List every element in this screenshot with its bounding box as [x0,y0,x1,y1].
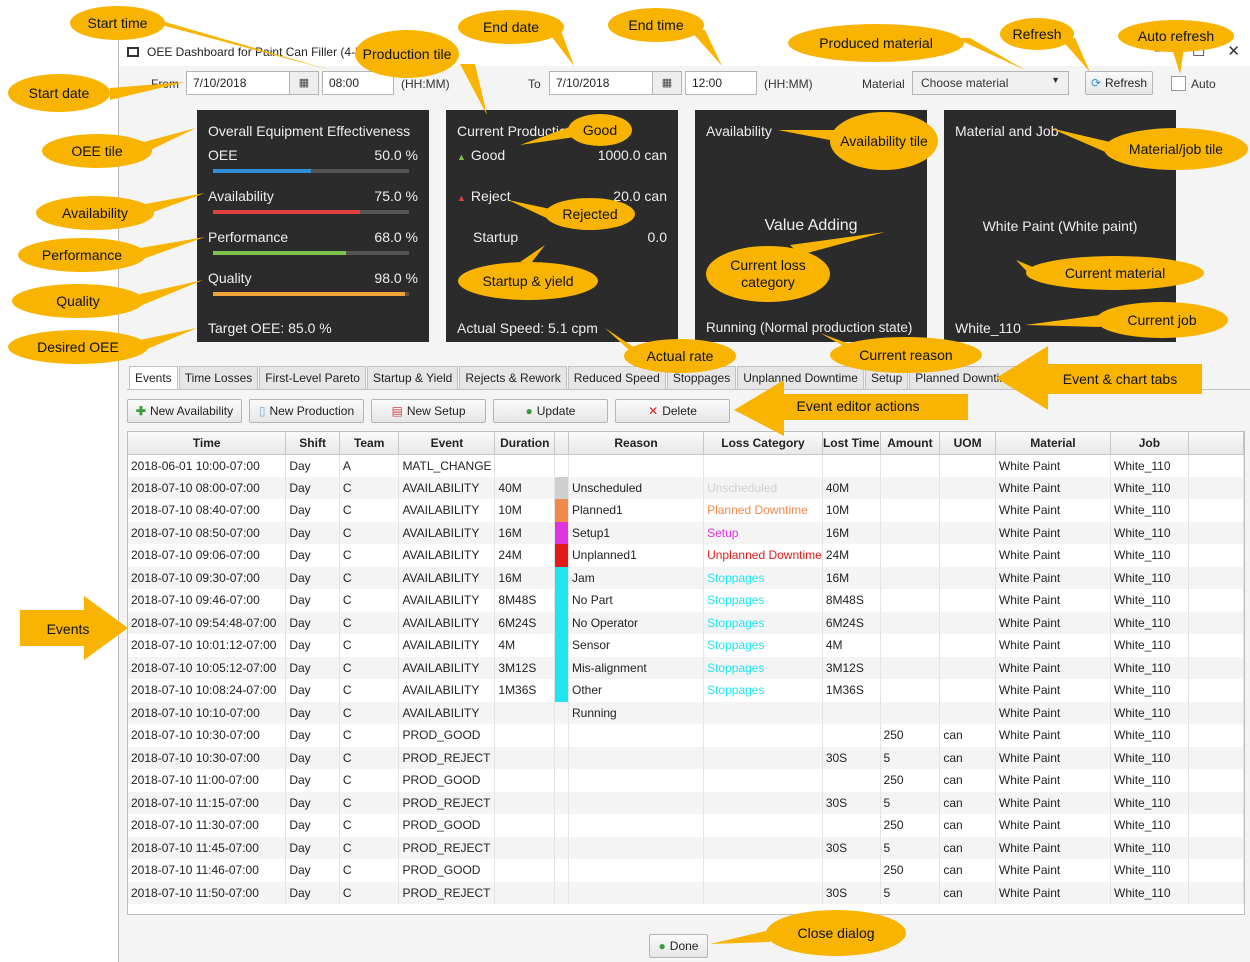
arrow-event-editor-actions-label: Event editor actions [797,398,920,414]
callout-good: Good [568,114,632,146]
callout-availability: Availability [36,196,154,230]
callout-production-tile: Production tile [355,30,459,78]
callout-current-loss-category: Current loss category [706,246,830,302]
arrow-event-chart-tabs: Event & chart tabs [996,346,1202,410]
arrow-event-chart-tabs-label: Event & chart tabs [1063,371,1177,387]
callout-quality: Quality [12,284,144,318]
arrow-events-label: Events [47,621,90,637]
callout-actual-rate: Actual rate [624,339,736,373]
callout-start-time: Start time [70,6,165,40]
arrow-events: Events [20,596,128,660]
arrow-event-editor-actions: Event editor actions [734,380,968,436]
callout-rejected: Rejected [545,198,635,230]
callout-performance: Performance [18,238,146,272]
callout-current-job: Current job [1096,302,1228,338]
callout-auto-refresh: Auto refresh [1118,20,1234,52]
callout-end-date: End date [458,10,564,44]
callout-desired-oee: Desired OEE [8,330,148,364]
callout-availability-tile: Availability tile [830,112,938,170]
callout-current-reason: Current reason [830,337,982,373]
callout-material-job-tile: Material/job tile [1104,128,1248,170]
callout-refresh: Refresh [1000,18,1074,50]
callout-close-dialog: Close dialog [766,910,906,956]
callout-current-material: Current material [1026,256,1204,290]
callout-startup-yield: Startup & yield [458,262,598,300]
callout-start-date: Start date [8,74,110,112]
callout-end-time: End time [608,8,704,42]
callout-produced-material: Produced material [788,24,964,62]
callout-oee-tile: OEE tile [42,134,152,168]
